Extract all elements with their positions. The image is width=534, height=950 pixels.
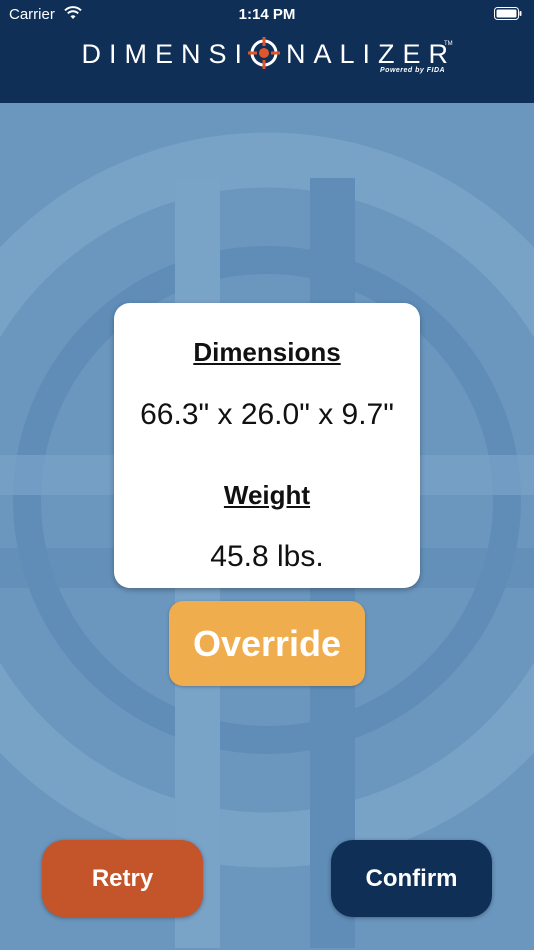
weight-heading: Weight bbox=[223, 480, 311, 510]
dimensions-heading: Dimensions bbox=[193, 337, 341, 367]
weight-value: 45.8 lbs. bbox=[210, 540, 324, 573]
logo-trademark: TM bbox=[444, 41, 453, 47]
measurement-card: Dimensions 66.3" x 26.0" x 9.7" Weight 4… bbox=[114, 303, 420, 588]
status-time: 1:14 PM bbox=[238, 6, 296, 23]
battery-icon bbox=[494, 7, 522, 20]
dimensions-value: 66.3" x 26.0" x 9.7" bbox=[140, 398, 394, 431]
logo-text-left: DIMENSI bbox=[81, 39, 250, 69]
override-button[interactable]: Override bbox=[169, 601, 365, 686]
confirm-button[interactable]: Confirm bbox=[331, 840, 492, 917]
logo-text-right: NALIZER bbox=[286, 39, 457, 69]
status-bar: Carrier 1:14 PM bbox=[0, 0, 534, 30]
app-logo: DIMENSI NALIZER TM Powered by FIDA bbox=[0, 36, 534, 80]
retry-button[interactable]: Retry bbox=[42, 840, 203, 917]
crosshair-target-icon bbox=[248, 37, 280, 69]
logo-subtitle: Powered by FIDA bbox=[380, 67, 446, 74]
app-header: Carrier 1:14 PM DIMENSI NALIZER TM Power… bbox=[0, 0, 534, 103]
screen: Carrier 1:14 PM DIMENSI NALIZER TM Power… bbox=[0, 0, 534, 950]
